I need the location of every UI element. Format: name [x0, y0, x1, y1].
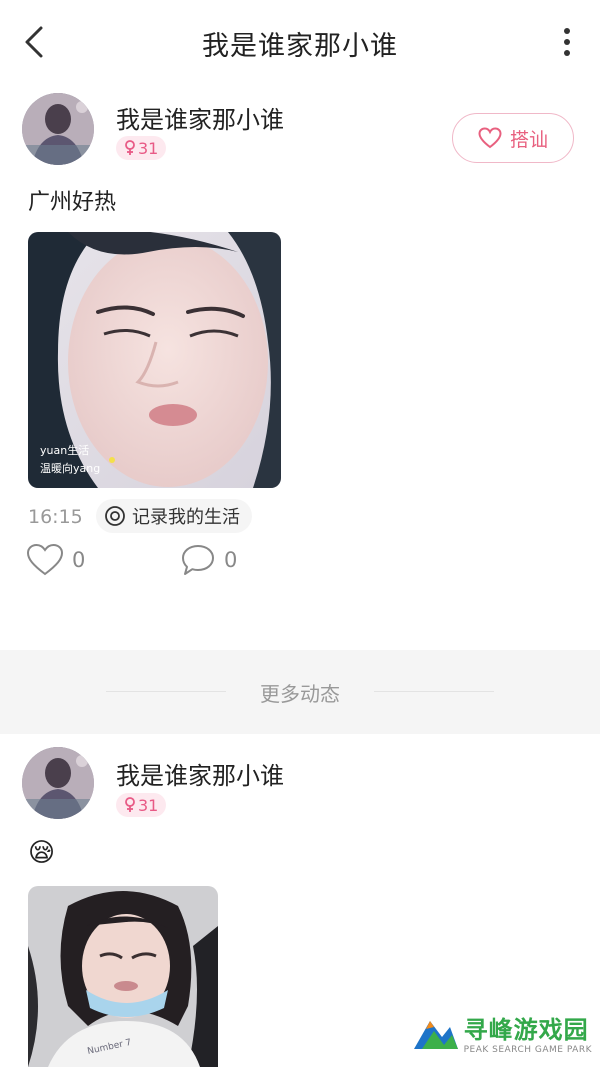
post-time: 16:15 [28, 506, 83, 528]
comment-count: 0 [224, 548, 238, 572]
photo-caption-2: 温暖向yang [40, 461, 100, 475]
heart-icon [478, 127, 502, 149]
female-icon [125, 797, 135, 812]
watermark-title: 寻峰游戏园 [463, 1016, 589, 1044]
topic-icon [105, 506, 125, 526]
gender-age-badge: 31 [116, 793, 167, 817]
post-photo[interactable]: Number 7 [28, 886, 218, 1067]
avatar[interactable] [22, 93, 94, 165]
mountain-logo-icon [413, 1020, 458, 1049]
like-button[interactable]: 0 [26, 543, 85, 577]
divider-line-right [374, 691, 494, 692]
age-value: 31 [138, 138, 159, 158]
topic-label: 记录我的生活 [132, 507, 240, 528]
watermark-logo: 寻峰游戏园 PEAK SEARCH GAME PARK [412, 1010, 592, 1055]
watermark-subtitle: PEAK SEARCH GAME PARK [463, 1045, 592, 1055]
comment-button[interactable]: 0 [180, 543, 237, 577]
more-posts-divider: 更多动态 [0, 650, 600, 734]
female-icon [125, 140, 135, 155]
post-text: 广州好热 [28, 190, 117, 215]
greet-label: 搭讪 [509, 128, 548, 151]
comment-icon [182, 545, 214, 575]
divider-label: 更多动态 [260, 682, 340, 706]
post-username[interactable]: 我是谁家那小谁 [116, 756, 284, 791]
age-value: 31 [138, 795, 159, 815]
greet-button[interactable]: 搭讪 [452, 113, 574, 163]
gender-age-badge: 31 [116, 136, 167, 160]
photo-caption-1: yuan生活 [40, 443, 89, 457]
heart-icon [26, 543, 64, 576]
post-username[interactable]: 我是谁家那小谁 [116, 100, 284, 135]
post-photo[interactable]: yuan生活 温暖向yang [28, 232, 281, 488]
feed-post: 我是谁家那小谁 31 搭讪 广州好热 yuan生活 温暖向yang 16:15 … [0, 0, 600, 650]
like-count: 0 [72, 548, 86, 572]
post-text: 😪 [28, 838, 56, 868]
topic-tag[interactable]: 记录我的生活 [96, 499, 252, 533]
avatar[interactable] [22, 747, 94, 819]
